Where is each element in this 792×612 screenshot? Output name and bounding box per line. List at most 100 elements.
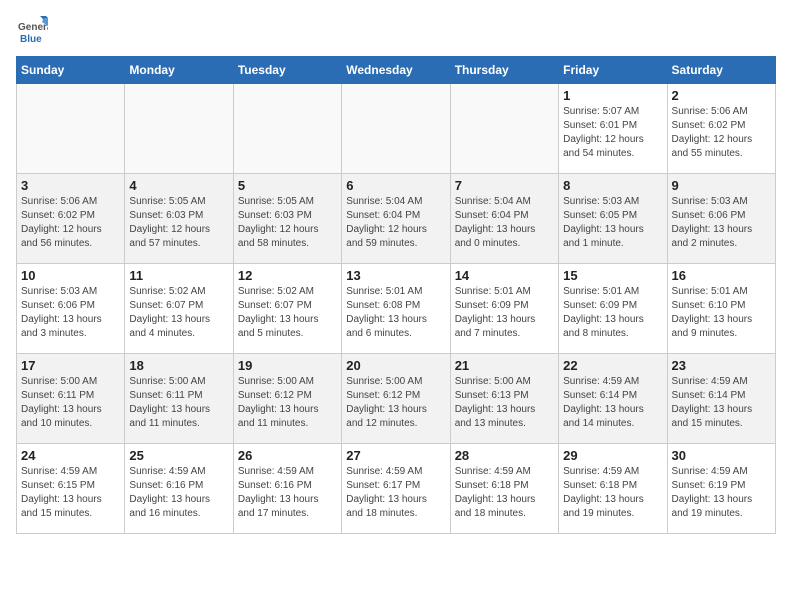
logo: General Blue xyxy=(16,16,48,48)
day-info: Sunrise: 5:00 AMSunset: 6:11 PMDaylight:… xyxy=(21,375,120,431)
calendar-cell: 30 Sunrise: 4:59 AMSunset: 6:19 PMDayligh… xyxy=(667,444,775,534)
calendar-cell xyxy=(342,84,450,174)
calendar-cell: 2 Sunrise: 5:06 AMSunset: 6:02 PMDaylight… xyxy=(667,84,775,174)
day-number: 12 xyxy=(238,268,337,283)
day-number: 24 xyxy=(21,448,120,463)
day-number: 18 xyxy=(129,358,228,373)
calendar-cell: 23 Sunrise: 4:59 AMSunset: 6:14 PMDayligh… xyxy=(667,354,775,444)
day-info: Sunrise: 5:06 AMSunset: 6:02 PMDaylight:… xyxy=(672,105,771,161)
day-number: 21 xyxy=(455,358,554,373)
day-info: Sunrise: 4:59 AMSunset: 6:15 PMDaylight:… xyxy=(21,465,120,521)
day-info: Sunrise: 4:59 AMSunset: 6:18 PMDaylight:… xyxy=(563,465,662,521)
day-info: Sunrise: 5:01 AMSunset: 6:10 PMDaylight:… xyxy=(672,285,771,341)
day-number: 19 xyxy=(238,358,337,373)
day-info: Sunrise: 4:59 AMSunset: 6:14 PMDaylight:… xyxy=(672,375,771,431)
calendar-cell: 21 Sunrise: 5:00 AMSunset: 6:13 PMDayligh… xyxy=(450,354,558,444)
header-cell-monday: Monday xyxy=(125,57,233,84)
calendar-cell: 19Sunrise: 5:00 AMSunset: 6:12 PMDayligh… xyxy=(233,354,341,444)
calendar-cell: 11 Sunrise: 5:02 AMSunset: 6:07 PMDayligh… xyxy=(125,264,233,354)
header-cell-sunday: Sunday xyxy=(17,57,125,84)
day-number: 17 xyxy=(21,358,120,373)
day-info: Sunrise: 5:06 AMSunset: 6:02 PMDaylight:… xyxy=(21,195,120,251)
day-number: 23 xyxy=(672,358,771,373)
calendar-week-row: 1 Sunrise: 5:07 AMSunset: 6:01 PMDaylight… xyxy=(17,84,776,174)
calendar-cell: 18 Sunrise: 5:00 AMSunset: 6:11 PMDayligh… xyxy=(125,354,233,444)
day-info: Sunrise: 5:02 AMSunset: 6:07 PMDaylight:… xyxy=(129,285,228,341)
calendar-week-row: 17 Sunrise: 5:00 AMSunset: 6:11 PMDayligh… xyxy=(17,354,776,444)
calendar-week-row: 24 Sunrise: 4:59 AMSunset: 6:15 PMDayligh… xyxy=(17,444,776,534)
header-cell-saturday: Saturday xyxy=(667,57,775,84)
day-number: 25 xyxy=(129,448,228,463)
calendar-week-row: 3Sunrise: 5:06 AMSunset: 6:02 PMDaylight… xyxy=(17,174,776,264)
day-info: Sunrise: 5:00 AMSunset: 6:12 PMDaylight:… xyxy=(346,375,445,431)
day-info: Sunrise: 5:03 AMSunset: 6:06 PMDaylight:… xyxy=(21,285,120,341)
day-number: 14 xyxy=(455,268,554,283)
day-number: 30 xyxy=(672,448,771,463)
day-info: Sunrise: 4:59 AMSunset: 6:19 PMDaylight:… xyxy=(672,465,771,521)
day-number: 1 xyxy=(563,88,662,103)
logo-svg: General Blue xyxy=(16,16,48,48)
header-cell-thursday: Thursday xyxy=(450,57,558,84)
calendar-cell xyxy=(125,84,233,174)
header-cell-wednesday: Wednesday xyxy=(342,57,450,84)
day-info: Sunrise: 5:01 AMSunset: 6:08 PMDaylight:… xyxy=(346,285,445,341)
calendar-cell: 7Sunrise: 5:04 AMSunset: 6:04 PMDaylight… xyxy=(450,174,558,264)
day-number: 29 xyxy=(563,448,662,463)
calendar-cell: 4 Sunrise: 5:05 AMSunset: 6:03 PMDaylight… xyxy=(125,174,233,264)
day-info: Sunrise: 5:05 AMSunset: 6:03 PMDaylight:… xyxy=(238,195,337,251)
calendar-cell: 22 Sunrise: 4:59 AMSunset: 6:14 PMDayligh… xyxy=(559,354,667,444)
calendar-cell: 3Sunrise: 5:06 AMSunset: 6:02 PMDaylight… xyxy=(17,174,125,264)
day-info: Sunrise: 4:59 AMSunset: 6:16 PMDaylight:… xyxy=(238,465,337,521)
day-number: 26 xyxy=(238,448,337,463)
calendar-cell: 28 Sunrise: 4:59 AMSunset: 6:18 PMDayligh… xyxy=(450,444,558,534)
day-info: Sunrise: 4:59 AMSunset: 6:16 PMDaylight:… xyxy=(129,465,228,521)
svg-text:General: General xyxy=(18,22,48,33)
day-number: 10 xyxy=(21,268,120,283)
calendar-cell: 6Sunrise: 5:04 AMSunset: 6:04 PMDaylight… xyxy=(342,174,450,264)
day-number: 4 xyxy=(129,178,228,193)
calendar-cell: 29 Sunrise: 4:59 AMSunset: 6:18 PMDayligh… xyxy=(559,444,667,534)
day-info: Sunrise: 5:00 AMSunset: 6:11 PMDaylight:… xyxy=(129,375,228,431)
day-info: Sunrise: 5:03 AMSunset: 6:06 PMDaylight:… xyxy=(672,195,771,251)
day-number: 15 xyxy=(563,268,662,283)
calendar-cell xyxy=(17,84,125,174)
calendar-cell: 5Sunrise: 5:05 AMSunset: 6:03 PMDaylight… xyxy=(233,174,341,264)
calendar-cell: 14Sunrise: 5:01 AMSunset: 6:09 PMDayligh… xyxy=(450,264,558,354)
day-info: Sunrise: 5:03 AMSunset: 6:05 PMDaylight:… xyxy=(563,195,662,251)
calendar-cell: 16 Sunrise: 5:01 AMSunset: 6:10 PMDayligh… xyxy=(667,264,775,354)
calendar-table: SundayMondayTuesdayWednesdayThursdayFrid… xyxy=(16,56,776,534)
calendar-cell: 26 Sunrise: 4:59 AMSunset: 6:16 PMDayligh… xyxy=(233,444,341,534)
calendar-header-row: SundayMondayTuesdayWednesdayThursdayFrid… xyxy=(17,57,776,84)
calendar-cell: 12 Sunrise: 5:02 AMSunset: 6:07 PMDayligh… xyxy=(233,264,341,354)
svg-text:Blue: Blue xyxy=(20,34,42,45)
day-number: 2 xyxy=(672,88,771,103)
calendar-cell xyxy=(233,84,341,174)
day-info: Sunrise: 5:01 AMSunset: 6:09 PMDaylight:… xyxy=(563,285,662,341)
day-info: Sunrise: 5:05 AMSunset: 6:03 PMDaylight:… xyxy=(129,195,228,251)
header: General Blue xyxy=(16,16,776,48)
day-info: Sunrise: 5:00 AMSunset: 6:13 PMDaylight:… xyxy=(455,375,554,431)
calendar-cell: 8Sunrise: 5:03 AMSunset: 6:05 PMDaylight… xyxy=(559,174,667,264)
calendar-cell: 24 Sunrise: 4:59 AMSunset: 6:15 PMDayligh… xyxy=(17,444,125,534)
day-number: 28 xyxy=(455,448,554,463)
day-number: 22 xyxy=(563,358,662,373)
day-info: Sunrise: 5:07 AMSunset: 6:01 PMDaylight:… xyxy=(563,105,662,161)
day-number: 20 xyxy=(346,358,445,373)
calendar-cell: 9Sunrise: 5:03 AMSunset: 6:06 PMDaylight… xyxy=(667,174,775,264)
calendar-cell: 20 Sunrise: 5:00 AMSunset: 6:12 PMDayligh… xyxy=(342,354,450,444)
header-cell-tuesday: Tuesday xyxy=(233,57,341,84)
day-number: 11 xyxy=(129,268,228,283)
header-cell-friday: Friday xyxy=(559,57,667,84)
day-info: Sunrise: 5:02 AMSunset: 6:07 PMDaylight:… xyxy=(238,285,337,341)
day-info: Sunrise: 4:59 AMSunset: 6:17 PMDaylight:… xyxy=(346,465,445,521)
calendar-cell: 25 Sunrise: 4:59 AMSunset: 6:16 PMDayligh… xyxy=(125,444,233,534)
day-info: Sunrise: 5:04 AMSunset: 6:04 PMDaylight:… xyxy=(455,195,554,251)
day-info: Sunrise: 4:59 AMSunset: 6:14 PMDaylight:… xyxy=(563,375,662,431)
day-number: 13 xyxy=(346,268,445,283)
calendar-cell: 1 Sunrise: 5:07 AMSunset: 6:01 PMDaylight… xyxy=(559,84,667,174)
day-number: 16 xyxy=(672,268,771,283)
day-info: Sunrise: 4:59 AMSunset: 6:18 PMDaylight:… xyxy=(455,465,554,521)
day-info: Sunrise: 5:04 AMSunset: 6:04 PMDaylight:… xyxy=(346,195,445,251)
day-number: 27 xyxy=(346,448,445,463)
calendar-cell: 13 Sunrise: 5:01 AMSunset: 6:08 PMDayligh… xyxy=(342,264,450,354)
